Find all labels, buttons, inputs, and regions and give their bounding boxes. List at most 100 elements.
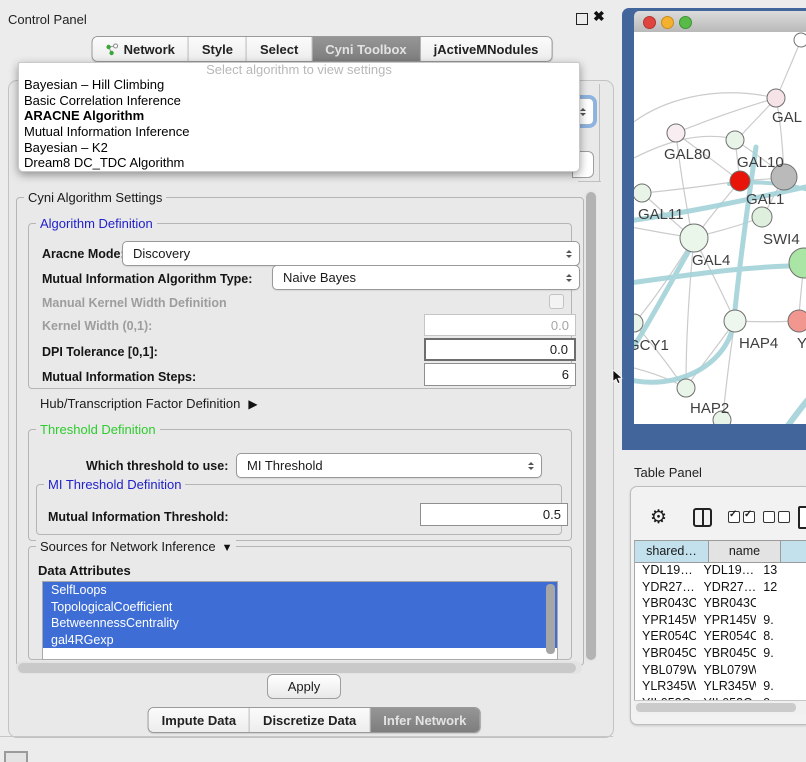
table-cell: YER054C xyxy=(635,628,696,645)
column-visibility-icon[interactable] xyxy=(693,508,712,527)
sources-title[interactable]: Sources for Network Inference▼ xyxy=(36,539,236,554)
table-horizontal-scrollbar[interactable] xyxy=(634,700,806,714)
column-header-shared-[interactable]: shared… xyxy=(635,541,709,563)
network-node-gal[interactable] xyxy=(767,89,785,107)
algorithm-option-basic-correlation-inference[interactable]: Basic Correlation Inference xyxy=(19,93,579,109)
table-cell: 12 xyxy=(756,579,806,596)
table-row[interactable]: YBR043CYBR043C xyxy=(635,595,806,612)
network-node-gal11[interactable] xyxy=(634,184,651,202)
dpi-tolerance-field[interactable]: 0.0 xyxy=(424,338,576,361)
tab-select[interactable]: Select xyxy=(247,37,312,61)
tab-jactivemnodules[interactable]: jActiveMNodules xyxy=(421,37,552,61)
mi-steps-field[interactable]: 6 xyxy=(424,363,576,386)
node-label-gal11: GAL11 xyxy=(638,206,684,223)
tab-discretize-data[interactable]: Discretize Data xyxy=(250,708,370,732)
which-threshold-combo[interactable]: MI Threshold xyxy=(236,453,542,478)
algorithm-definition-title: Algorithm Definition xyxy=(36,216,157,231)
column-header-name[interactable]: name xyxy=(709,541,781,563)
table-row[interactable]: YLR345WYLR345W9. xyxy=(635,678,806,695)
network-node-hap4[interactable] xyxy=(724,310,746,332)
table-row[interactable]: YBR045CYBR045C9. xyxy=(635,645,806,662)
select-all-icon[interactable]: ✓✓ xyxy=(728,511,758,523)
manual-kernel-checkbox[interactable] xyxy=(549,294,564,309)
attribute-item-topologicalcoefficient[interactable]: TopologicalCoefficient xyxy=(43,599,557,616)
node-label-gal1: GAL1 xyxy=(746,191,784,208)
network-node[interactable] xyxy=(789,248,806,278)
settings-horizontal-scrollbar[interactable] xyxy=(16,661,582,674)
algorithm-option-dream8-dc-tdc-algorithm[interactable]: Dream8 DC_TDC Algorithm xyxy=(19,155,579,171)
table-cell: YPR145W xyxy=(635,612,696,629)
settings-vertical-scrollbar[interactable] xyxy=(584,190,597,662)
network-node-gal4[interactable] xyxy=(680,224,708,252)
stepper-icon xyxy=(580,105,586,119)
hidden-groupbox-edge xyxy=(599,84,600,182)
dock-button[interactable] xyxy=(4,751,28,762)
hidden-groupbox-edge2 xyxy=(578,181,601,182)
table-cell: YBL079W xyxy=(696,662,756,679)
column-header-col2[interactable] xyxy=(781,541,806,563)
attribute-item-selfloops[interactable]: SelfLoops xyxy=(43,582,557,599)
network-node-y[interactable] xyxy=(788,310,806,332)
attribute-item-betweennesscentrality[interactable]: BetweennessCentrality xyxy=(43,615,557,632)
mi-type-combo[interactable]: Naive Bayes xyxy=(272,265,580,290)
apply-label: Apply xyxy=(288,679,321,694)
table-row[interactable]: YDL19…YDL19…13 xyxy=(635,562,806,579)
tab-infer-network[interactable]: Infer Network xyxy=(370,708,479,732)
algorithm-option-mutual-information-inference[interactable]: Mutual Information Inference xyxy=(19,124,579,140)
tab-cyni-toolbox[interactable]: Cyni Toolbox xyxy=(312,37,420,61)
cyni-algorithm-settings-title: Cyni Algorithm Settings xyxy=(24,190,166,205)
table-row[interactable]: YPR145WYPR145W9. xyxy=(635,612,806,629)
tab-label: Network xyxy=(124,42,175,57)
table-panel-title: Table Panel xyxy=(634,465,702,480)
hub-definition-expander[interactable]: Hub/Transcription Factor Definition▶ xyxy=(40,396,258,411)
algorithm-option-bayesian-k2[interactable]: Bayesian – K2 xyxy=(19,140,579,156)
zoom-traffic-light[interactable] xyxy=(679,16,692,29)
list-scrollbar-thumb[interactable] xyxy=(546,584,555,654)
network-node[interactable] xyxy=(794,33,806,47)
network-canvas[interactable]: GALGAL80GAL10GAL1GAL11SWI4GAL4GCY1HAP4YH… xyxy=(634,32,806,424)
table-cell xyxy=(756,595,806,612)
aracne-mode-combo[interactable]: Discovery xyxy=(122,241,580,266)
tab-style[interactable]: Style xyxy=(189,37,247,61)
table-cell: 8. xyxy=(756,628,806,645)
tab-network[interactable]: Network xyxy=(93,37,189,61)
table-function-icon[interactable] xyxy=(798,506,806,529)
network-window-titlebar[interactable] xyxy=(634,11,806,33)
table-row[interactable]: YDR27…YDR27…12 xyxy=(635,579,806,596)
table-row[interactable]: YER054CYER054C8. xyxy=(635,628,806,645)
table-row[interactable]: YBL079WYBL079W xyxy=(635,662,806,679)
network-node-hap2[interactable] xyxy=(677,379,695,397)
kernel-width-field[interactable]: 0.0 xyxy=(424,314,576,336)
apply-button[interactable]: Apply xyxy=(267,674,341,699)
table-cell: YLR345W xyxy=(635,678,696,695)
algorithm-option-aracne-algorithm[interactable]: ARACNE Algorithm xyxy=(19,108,579,124)
close-traffic-light[interactable] xyxy=(643,16,656,29)
table-cell: YBR043C xyxy=(635,595,696,612)
table-cell: YBR045C xyxy=(635,645,696,662)
deselect-all-icon[interactable] xyxy=(763,511,793,523)
float-panel-icon[interactable] xyxy=(576,13,588,25)
mi-threshold-field[interactable]: 0.5 xyxy=(420,503,568,526)
attribute-item-gal4rgexp[interactable]: gal4RGexp xyxy=(43,632,557,649)
network-node-swi4[interactable] xyxy=(752,207,772,227)
table-cell: YDL19… xyxy=(635,562,696,579)
table-cell: 13 xyxy=(756,562,806,579)
minimize-traffic-light[interactable] xyxy=(661,16,674,29)
cyni-bottom-tabs: Impute DataDiscretize Data Infer Network xyxy=(148,707,481,733)
algorithm-option-bayesian-hill-climbing[interactable]: Bayesian – Hill Climbing xyxy=(19,77,579,93)
data-attributes-list[interactable]: SelfLoopsTopologicalCoefficientBetweenne… xyxy=(42,581,558,660)
stepper-icon xyxy=(528,459,534,473)
tab-label: Infer Network xyxy=(383,713,466,728)
dpi-tolerance-label: DPI Tolerance [0,1]: xyxy=(42,345,158,359)
network-node-gal10[interactable] xyxy=(726,131,744,149)
network-node-gal1[interactable] xyxy=(730,171,750,191)
mi-steps-label: Mutual Information Steps: xyxy=(42,370,196,384)
manual-kernel-label: Manual Kernel Width Definition xyxy=(42,296,227,310)
table-settings-gear-icon[interactable]: ⚙ xyxy=(650,508,667,527)
tab-impute-data[interactable]: Impute Data xyxy=(149,708,250,732)
control-panel-titlebar: Control Panel xyxy=(0,6,620,32)
close-panel-icon[interactable]: ✖ xyxy=(593,8,605,25)
mi-steps-value: 6 xyxy=(562,367,569,382)
network-window[interactable]: GALGAL80GAL10GAL1GAL11SWI4GAL4GCY1HAP4YH… xyxy=(622,8,806,450)
network-node-gal80[interactable] xyxy=(667,124,685,142)
